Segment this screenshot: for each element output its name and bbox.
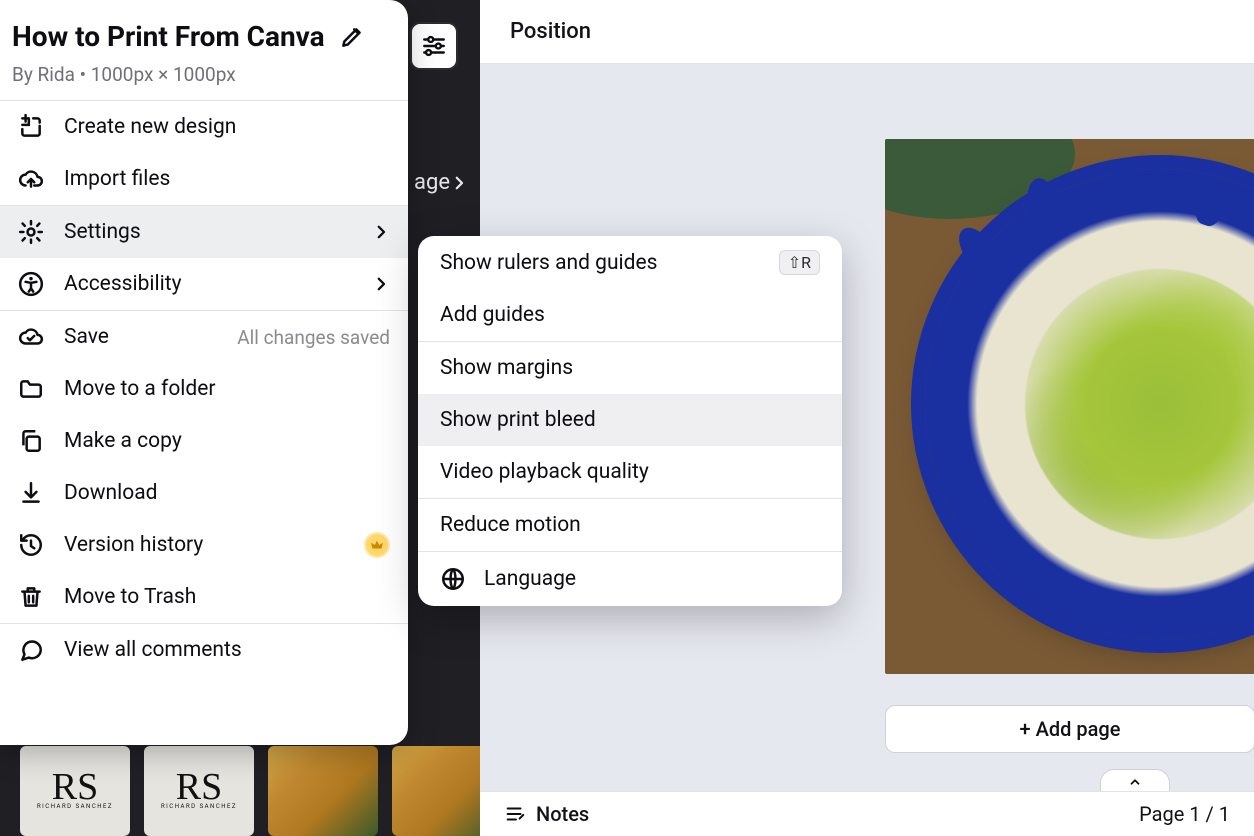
page-chip-label: age [414,170,450,195]
premium-badge [364,532,390,558]
submenu-rulers[interactable]: Show rulers and guides ⇧R [418,236,842,289]
comment-icon [18,637,44,663]
shortcut-badge: ⇧R [779,250,820,275]
menu-label: Accessibility [64,272,182,296]
menu-save[interactable]: Save All changes saved [0,311,408,363]
submenu-label: Reduce motion [440,513,581,537]
menu-version-history[interactable]: Version history [0,519,408,571]
thumbnail-2[interactable]: RS RICHARD SANCHEZ [144,746,254,836]
menu-label: Settings [64,220,141,244]
submenu-reduce-motion[interactable]: Reduce motion [418,499,842,551]
doc-meta: By Rida • 1000px × 1000px [12,63,390,86]
notes-icon [504,803,526,825]
thumbnail-1[interactable]: RS RICHARD SANCHEZ [20,746,130,836]
menu-create-design[interactable]: Create new design [0,101,408,153]
notes-label: Notes [536,802,589,826]
add-page-button[interactable]: + Add page [885,705,1254,753]
menu-download[interactable]: Download [0,467,408,519]
chevron-up-icon [1126,775,1144,789]
history-icon [18,532,44,558]
trash-icon [18,584,44,610]
menu-accessibility[interactable]: Accessibility [0,258,408,310]
submenu-show-bleed[interactable]: Show print bleed [418,394,842,446]
pencil-icon [339,24,365,50]
page-counter: Page 1 / 1 [1139,802,1230,826]
gear-icon [18,219,44,245]
menu-move-trash[interactable]: Move to Trash [0,571,408,623]
position-button[interactable]: Position [510,19,591,44]
notes-button[interactable]: Notes [504,802,589,826]
submenu-label: Show print bleed [440,408,596,432]
page-chip[interactable]: age [414,170,468,195]
menu-label: Make a copy [64,429,182,453]
bottom-bar: Notes Page 1 / 1 [480,791,1254,836]
file-menu: How to Print From Canva By Rida • 1000px… [0,0,408,745]
thumb-monogram: RS [52,772,98,802]
chevron-right-icon [372,275,390,293]
menu-settings[interactable]: Settings [0,206,408,258]
menu-view-comments[interactable]: View all comments [0,624,408,676]
submenu-language[interactable]: Language [418,552,842,606]
menu-import-files[interactable]: Import files [0,153,408,205]
sliders-icon [421,33,447,59]
menu-label: Create new design [64,115,236,139]
menu-label: Move to a folder [64,377,216,401]
submenu-label: Video playback quality [440,460,649,484]
submenu-label: Show margins [440,356,573,380]
submenu-show-margins[interactable]: Show margins [418,342,842,394]
cloud-upload-icon [18,166,44,192]
canvas-image[interactable] [885,139,1254,674]
thumb-name: RICHARD SANCHEZ [37,803,113,810]
save-status: All changes saved [237,326,390,349]
thumbnail-3[interactable] [268,746,378,836]
copy-icon [18,428,44,454]
top-toolbar: Position [480,0,1254,64]
submenu-label: Show rulers and guides [440,251,657,275]
chevron-right-icon [450,174,468,192]
crown-icon [370,538,384,552]
edit-title-button[interactable] [339,24,365,50]
page-thumbnails: RS RICHARD SANCHEZ RS RICHARD SANCHEZ [20,736,480,836]
cloud-check-icon [18,324,44,350]
menu-move-folder[interactable]: Move to a folder [0,363,408,415]
menu-label: Save [64,325,109,349]
menu-label: Download [64,481,158,505]
download-icon [18,480,44,506]
submenu-label: Add guides [440,303,545,327]
create-icon [18,114,44,140]
menu-make-copy[interactable]: Make a copy [0,415,408,467]
submenu-add-guides[interactable]: Add guides [418,289,842,341]
menu-label: View all comments [64,638,242,662]
folder-icon [18,376,44,402]
menu-label: Version history [64,533,203,557]
accessibility-icon [18,271,44,297]
expand-pages-tab[interactable] [1100,769,1170,793]
thumbnail-4[interactable] [392,746,480,836]
settings-submenu: Show rulers and guides ⇧R Add guides Sho… [418,236,842,606]
add-page-label: + Add page [1020,717,1121,741]
submenu-video-quality[interactable]: Video playback quality [418,446,842,498]
menu-label: Import files [64,167,170,191]
globe-icon [440,566,466,592]
adjustments-button[interactable] [410,22,458,70]
chevron-right-icon [372,223,390,241]
doc-title: How to Print From Canva [12,20,325,53]
submenu-label: Language [484,567,576,591]
menu-label: Move to Trash [64,585,196,609]
